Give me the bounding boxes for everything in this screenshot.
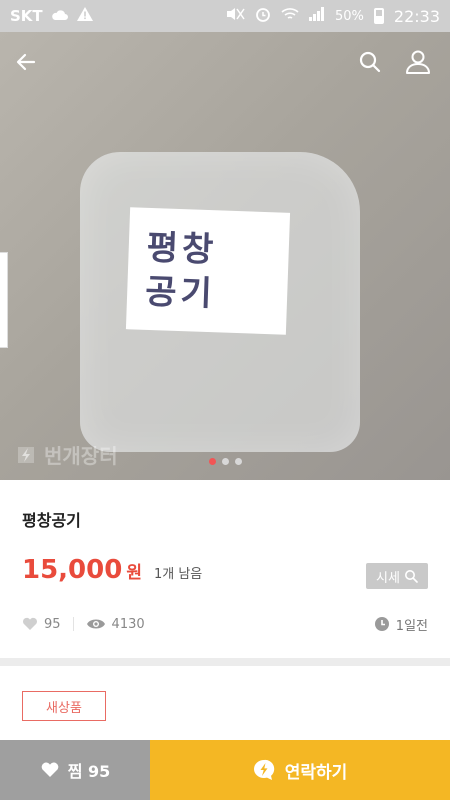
product-image[interactable]: 평창 공기 번개장터 [0,32,450,480]
profile-button[interactable] [400,44,436,80]
posted-time-label: 1일전 [395,618,428,634]
price-currency: 원 [126,563,142,583]
back-button[interactable] [8,44,44,80]
views-stat: 4130 [86,617,145,632]
stats-divider [72,617,74,631]
clock-icon [374,617,389,631]
note-text: 평창 공기 [144,227,218,315]
side-handle[interactable] [0,252,8,348]
posted-time: 1일전 [374,615,428,634]
battery-icon [373,8,384,24]
views-count: 4130 [111,616,145,632]
contact-button[interactable]: 연락하기 [150,740,450,800]
condition-tag: 새상품 [22,691,106,721]
status-bar: SKT 50% 22:33 [0,0,450,32]
price-row: 15,000 원 1개 남음 시세 [22,555,428,591]
like-button[interactable]: 찜 95 [0,740,150,800]
lightning-chat-icon [253,759,274,780]
mute-icon [225,7,245,25]
pager-dot[interactable] [234,458,242,465]
pager-dot[interactable] [221,458,229,465]
alarm-icon [255,6,271,26]
wifi-icon [281,7,299,25]
pager-dot[interactable] [208,458,216,465]
like-button-label: 찜 95 [67,762,111,781]
image-pager [0,458,450,465]
clock: 22:33 [393,6,440,26]
paper-note: 평창 공기 [125,207,291,335]
likes-count: 95 [44,616,61,632]
market-price-label: 시세 [376,570,400,586]
product-stats: 95 4130 1일전 [22,612,428,636]
stock-remaining: 1개 남음 [153,567,203,582]
product-title: 평창공기 [22,511,81,530]
bottom-action-bar: 찜 95 연락하기 [0,740,450,800]
back-arrow-icon [16,53,36,71]
battery-percent: 50% [334,8,364,24]
signal-icon [308,7,325,25]
top-bar [0,40,450,84]
cloud-icon [51,7,69,25]
heart-icon [23,617,37,630]
carrier-label: SKT [10,7,43,25]
heart-icon [41,762,59,777]
eye-icon [86,619,105,629]
likes-stat: 95 [22,617,61,632]
market-price-button[interactable]: 시세 [366,563,428,589]
user-icon [406,50,430,74]
warning-icon [76,7,93,25]
price-value: 15,000 [22,555,123,585]
contact-button-label: 연락하기 [284,762,348,783]
search-button[interactable] [352,44,388,80]
search-icon [359,51,381,73]
search-icon [404,570,418,583]
section-divider [0,658,450,666]
